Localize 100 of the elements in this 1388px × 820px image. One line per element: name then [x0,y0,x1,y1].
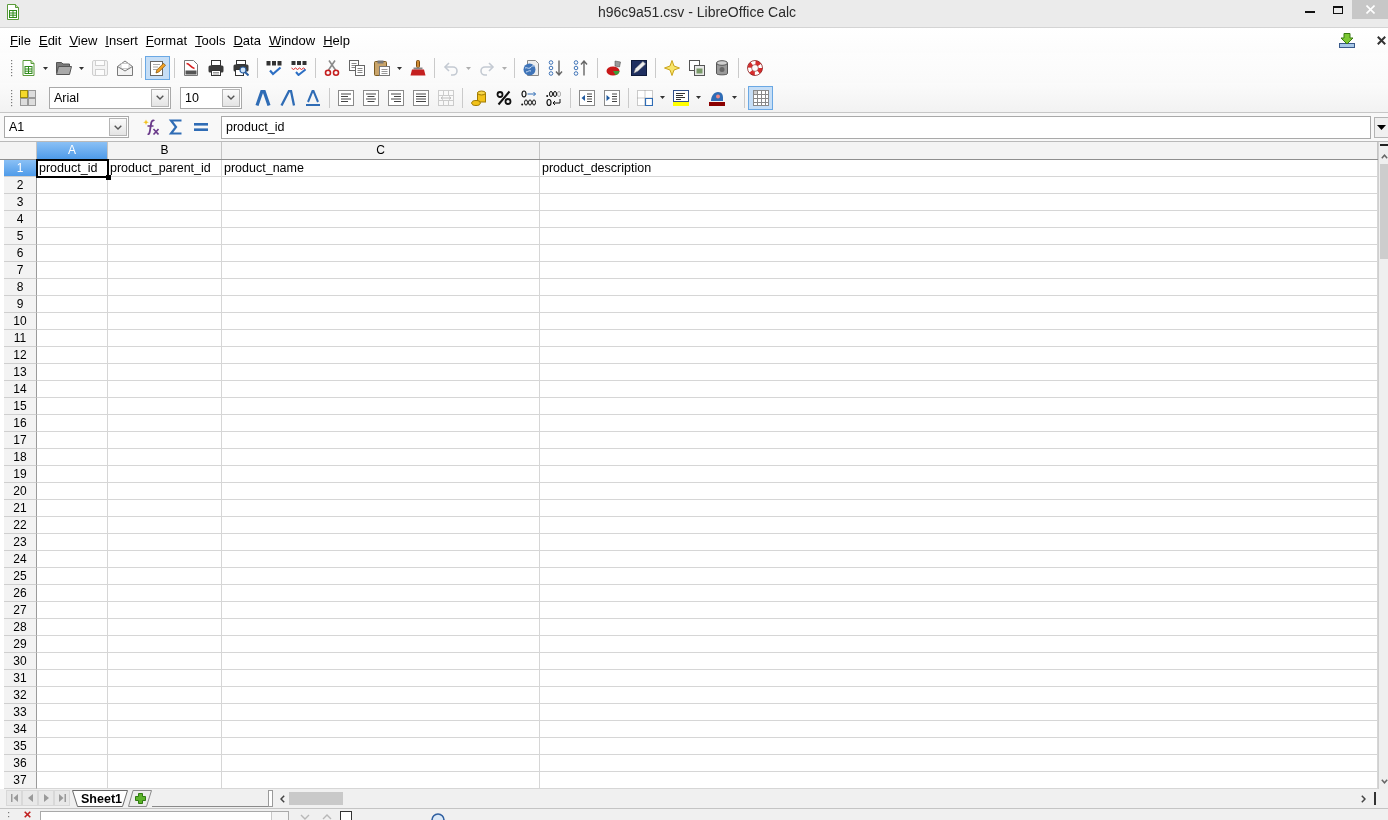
spreadsheet-cell[interactable] [222,194,540,211]
spreadsheet-cell[interactable] [540,432,1378,449]
spreadsheet-cell[interactable] [108,738,222,755]
row-header[interactable]: 13 [4,364,37,381]
row-header[interactable]: 26 [4,585,37,602]
spreadsheet-cell[interactable] [37,721,108,738]
menu-item[interactable]: Format [141,31,192,50]
row-header[interactable]: 18 [4,449,37,466]
spreadsheet-cell[interactable] [37,500,108,517]
spreadsheet-cell[interactable] [108,602,222,619]
menu-item[interactable]: Tools [191,31,230,50]
row-header[interactable]: 23 [4,534,37,551]
spreadsheet-cell[interactable] [108,551,222,568]
dropdown-button[interactable] [151,88,169,107]
spreadsheet-cell[interactable] [37,687,108,704]
grid-lines-button[interactable] [748,85,773,110]
name-box[interactable]: A1 [4,116,129,138]
spreadsheet-cell[interactable] [108,653,222,670]
menu-item[interactable]: File [6,31,35,50]
spreadsheet-cell[interactable]: product_parent_id [108,160,222,177]
row-header[interactable]: 37 [4,772,37,789]
row-header[interactable]: 33 [4,704,37,721]
spreadsheet-cell[interactable] [108,449,222,466]
font-size-box[interactable]: 10 [180,86,242,109]
spreadsheet-cell[interactable] [222,721,540,738]
spreadsheet-cell[interactable] [108,568,222,585]
first-sheet-button[interactable] [6,790,22,806]
row-header[interactable]: 27 [4,602,37,619]
menu-item[interactable]: Window [264,31,320,50]
spreadsheet-cell[interactable] [540,517,1378,534]
spreadsheet-cell[interactable] [222,432,540,449]
spreadsheet-cell[interactable] [540,534,1378,551]
spreadsheet-cell[interactable] [37,296,108,313]
spreadsheet-cell[interactable] [108,636,222,653]
spreadsheet-cell[interactable] [222,177,540,194]
spreadsheet-cell[interactable] [222,330,540,347]
scrollbar-thumb[interactable] [289,792,343,805]
spreadsheet-cell[interactable] [108,755,222,772]
spreadsheet-cell[interactable] [540,313,1378,330]
spreadsheet-cell[interactable] [108,721,222,738]
spreadsheet-cell[interactable] [540,262,1378,279]
spreadsheet-cell[interactable] [222,228,540,245]
spreadsheet-cell[interactable] [37,670,108,687]
spreadsheet-cell[interactable] [108,228,222,245]
spreadsheet-cell[interactable] [37,653,108,670]
row-header[interactable]: 29 [4,636,37,653]
spreadsheet-cell[interactable] [222,381,540,398]
match-case-checkbox[interactable] [340,811,352,820]
spreadsheet-cell[interactable] [37,466,108,483]
spreadsheet-cell[interactable] [108,687,222,704]
spreadsheet-cell[interactable] [108,194,222,211]
spreadsheet-cell[interactable] [540,296,1378,313]
spreadsheet-cell[interactable] [222,347,540,364]
edit-file-button[interactable] [145,56,170,80]
menu-item[interactable]: View [65,31,102,50]
spreadsheet-cell[interactable] [540,245,1378,262]
spreadsheet-cell[interactable] [222,313,540,330]
spreadsheet-cell[interactable] [540,279,1378,296]
spreadsheet-cell[interactable] [540,500,1378,517]
spreadsheet-cell[interactable] [540,364,1378,381]
spreadsheet-cell[interactable] [222,483,540,500]
spreadsheet-cell[interactable] [37,483,108,500]
spreadsheet-cell[interactable] [222,568,540,585]
spreadsheet-cell[interactable] [540,619,1378,636]
spreadsheet-cell[interactable] [222,296,540,313]
row-header[interactable]: 36 [4,755,37,772]
spreadsheet-cell[interactable] [540,415,1378,432]
row-header[interactable]: 8 [4,279,37,296]
row-header[interactable]: 32 [4,687,37,704]
spreadsheet-cell[interactable] [540,755,1378,772]
menu-item[interactable]: Insert [101,31,142,50]
menu-item[interactable]: Help [319,31,354,50]
spreadsheet-cell[interactable] [222,398,540,415]
spreadsheet-cell[interactable] [108,381,222,398]
row-header[interactable]: 15 [4,398,37,415]
row-header[interactable]: 14 [4,381,37,398]
row-header[interactable]: 6 [4,245,37,262]
spreadsheet-cell[interactable] [540,381,1378,398]
spreadsheet-cell[interactable] [540,347,1378,364]
fill-handle[interactable] [106,175,111,180]
spreadsheet-cell[interactable] [222,449,540,466]
row-header[interactable]: 5 [4,228,37,245]
spreadsheet-cell[interactable] [222,585,540,602]
row-header[interactable]: 22 [4,517,37,534]
row-header[interactable]: 35 [4,738,37,755]
spreadsheet-cell[interactable]: product_description [540,160,1378,177]
row-header[interactable]: 11 [4,330,37,347]
spreadsheet-cell[interactable] [108,534,222,551]
spreadsheet-cell[interactable] [37,585,108,602]
toolbar-handle-icon[interactable] [10,88,13,107]
spreadsheet-cell[interactable] [108,704,222,721]
spreadsheet-cell[interactable] [37,432,108,449]
spreadsheet-cell[interactable] [108,177,222,194]
spreadsheet-cell[interactable] [540,704,1378,721]
spreadsheet-cell[interactable] [540,483,1378,500]
spreadsheet-cell[interactable] [37,551,108,568]
spreadsheet-cell[interactable] [37,211,108,228]
spreadsheet-cell[interactable] [37,568,108,585]
spreadsheet-cell[interactable] [540,228,1378,245]
spreadsheet-cell[interactable] [222,364,540,381]
